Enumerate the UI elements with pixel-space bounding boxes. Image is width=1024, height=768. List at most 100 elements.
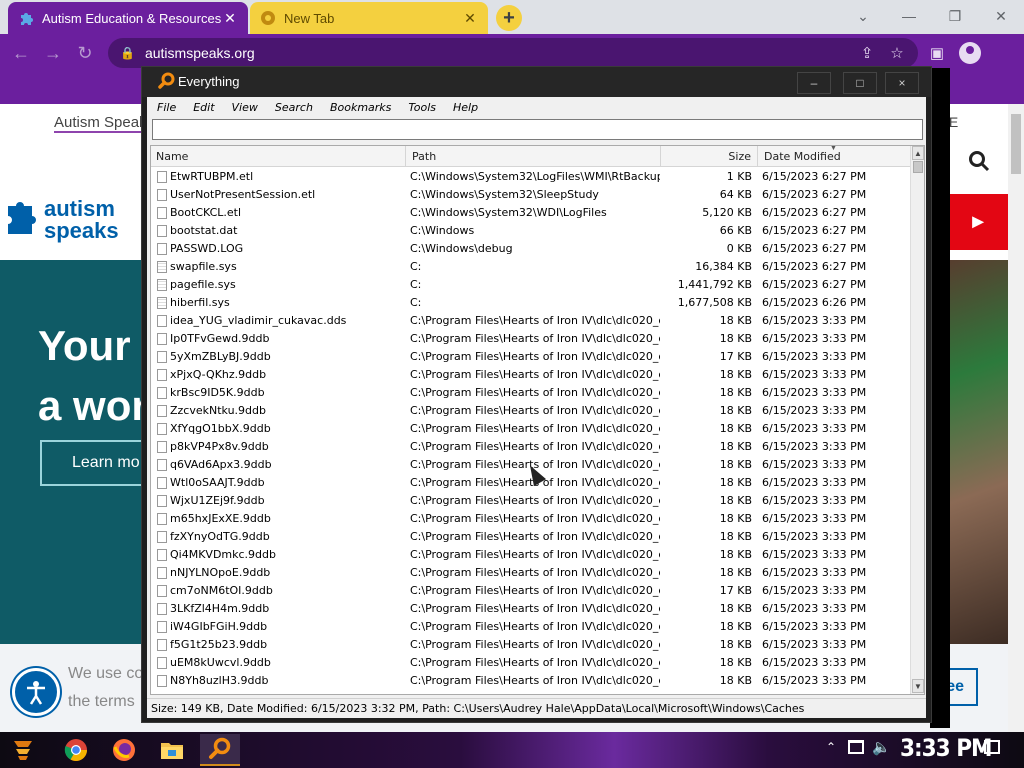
scroll-up-arrow-icon[interactable]: ▲	[912, 146, 924, 160]
search-input[interactable]	[152, 119, 923, 140]
result-row[interactable]: cm7oNM6tOI.9ddb C:\Program Files\Hearts o…	[151, 582, 911, 600]
volume-icon[interactable]: 🔈	[872, 738, 891, 756]
file-name: q6VAd6Apx3.9ddb	[170, 458, 272, 471]
result-row[interactable]: swapfile.sys C: 16,384 KB 6/15/2023 6:27 PM	[151, 258, 911, 276]
bookmark-star-icon[interactable]: ☆	[886, 42, 908, 64]
result-row[interactable]: Ip0TFvGewd.9ddb C:\Program Files\Hearts o…	[151, 330, 911, 348]
new-tab-button[interactable]: +	[496, 5, 522, 31]
file-explorer-icon[interactable]	[152, 734, 192, 766]
file-size: 18 KB	[719, 548, 752, 561]
file-date-modified: 6/15/2023 3:33 PM	[762, 458, 867, 471]
tab-search-chevron-icon[interactable]: ⌄	[840, 4, 886, 28]
everything-icon[interactable]	[200, 734, 240, 766]
learn-more-button[interactable]: Learn mo	[40, 440, 150, 486]
file-path: C:\Program Files\Hearts of Iron IV\dlc\d…	[410, 404, 660, 417]
scroll-down-arrow-icon[interactable]: ▼	[912, 679, 924, 693]
file-path: C:\Windows\System32\WDI\LogFiles	[410, 206, 607, 219]
file-size: 66 KB	[719, 224, 752, 237]
result-row[interactable]: fzXYnyOdTG.9ddb C:\Program Files\Hearts o…	[151, 528, 911, 546]
menu-view[interactable]: View	[232, 101, 258, 114]
minimize-button[interactable]: —	[886, 4, 932, 28]
menu-file[interactable]: File	[157, 101, 176, 114]
result-row[interactable]: PASSWD.LOG C:\Windows\debug 0 KB 6/15/2023 …	[151, 240, 911, 258]
reload-icon[interactable]: ↻	[74, 42, 96, 64]
firefox-icon[interactable]	[104, 734, 144, 766]
file-name: UserNotPresentSession.etl	[170, 188, 316, 201]
result-row[interactable]: 3LKfZl4H4m.9ddb C:\Program Files\Hearts o…	[151, 600, 911, 618]
file-path: C:	[410, 296, 422, 309]
accessibility-icon[interactable]	[12, 668, 60, 716]
address-bar[interactable]: 🔒 autismspeaks.org	[108, 38, 918, 68]
column-path[interactable]: Path	[406, 146, 661, 167]
profile-avatar-icon[interactable]	[959, 42, 981, 64]
result-row[interactable]: 5yXmZBLyBJ.9ddb C:\Program Files\Hearts o…	[151, 348, 911, 366]
donate-button[interactable]: ►	[946, 194, 1008, 250]
page-scrollbar[interactable]	[1008, 104, 1024, 732]
result-row[interactable]: xPjxQ-QKhz.9ddb C:\Program Files\Hearts o…	[151, 366, 911, 384]
result-row[interactable]: BootCKCL.etl C:\Windows\System32\WDI\LogF…	[151, 204, 911, 222]
back-arrow-icon[interactable]: ←	[10, 42, 32, 64]
result-row[interactable]: p8kVP4Px8v.9ddb C:\Program Files\Hearts o…	[151, 438, 911, 456]
network-icon[interactable]	[848, 740, 864, 754]
maximize-button[interactable]: □	[843, 72, 877, 94]
menu-tools[interactable]: Tools	[408, 101, 436, 114]
notification-center-icon[interactable]	[984, 740, 1000, 754]
result-row[interactable]: pagefile.sys C: 1,441,792 KB 6/15/2023 6:27…	[151, 276, 911, 294]
restore-button[interactable]: ❐	[932, 4, 978, 28]
menu-search[interactable]: Search	[275, 101, 313, 114]
result-row[interactable]: m65hxJExXE.9ddb C:\Program Files\Hearts o…	[151, 510, 911, 528]
result-row[interactable]: idea_YUG_vladimir_cukavac.dds C:\Program …	[151, 312, 911, 330]
tab-autism-education[interactable]: Autism Education & Resources ✕	[8, 2, 248, 34]
result-row[interactable]: Qi4MKVDmkc.9ddb C:\Program Files\Hearts o…	[151, 546, 911, 564]
results-scrollbar[interactable]: ▲ ▼	[910, 146, 924, 694]
minimize-button[interactable]: –	[797, 72, 831, 94]
result-row[interactable]: WjxU1ZEj9f.9ddb C:\Program Files\Hearts o…	[151, 492, 911, 510]
start-icon[interactable]	[8, 734, 40, 766]
share-icon[interactable]: ⇪	[856, 42, 878, 64]
result-row[interactable]: bootstat.dat C:\Windows 66 KB 6/15/2023 6:2…	[151, 222, 911, 240]
tray-expand-chevron-icon[interactable]: ⌃	[826, 740, 836, 754]
everything-client-area: File Edit View Search Bookmarks Tools He…	[147, 97, 926, 718]
result-row[interactable]: uEM8kUwcvl.9ddb C:\Program Files\Hearts o…	[151, 654, 911, 672]
result-row[interactable]: ZzcvekNtku.9ddb C:\Program Files\Hearts o…	[151, 402, 911, 420]
result-row[interactable]: nNJYLNOpoE.9ddb C:\Program Files\Hearts o…	[151, 564, 911, 582]
result-row[interactable]: UserNotPresentSession.etl C:\Windows\Syst…	[151, 186, 911, 204]
everything-titlebar[interactable]: Everything – □ ×	[142, 67, 931, 97]
page-scrollbar-thumb[interactable]	[1011, 114, 1021, 174]
tab-new-tab[interactable]: New Tab ✕	[250, 2, 488, 34]
menu-bookmarks[interactable]: Bookmarks	[330, 101, 391, 114]
close-button[interactable]: ×	[885, 72, 919, 94]
file-icon	[157, 333, 167, 345]
result-row[interactable]: hiberfil.sys C: 1,677,508 KB 6/15/2023 6:26…	[151, 294, 911, 312]
system-file-icon	[157, 261, 167, 273]
chrome-icon[interactable]	[56, 734, 96, 766]
result-row[interactable]: f5G1t25b23.9ddb C:\Program Files\Hearts o…	[151, 636, 911, 654]
logo-text-line2: speaks	[44, 218, 119, 243]
file-size: 1,441,792 KB	[677, 278, 752, 291]
search-icon[interactable]	[968, 150, 990, 178]
close-tab-icon[interactable]: ✕	[222, 10, 238, 27]
column-size[interactable]: Size	[661, 146, 758, 167]
close-window-button[interactable]: ✕	[978, 4, 1024, 28]
site-nav-link[interactable]: Autism Speak	[54, 114, 147, 133]
results-scrollbar-thumb[interactable]	[913, 161, 923, 173]
taskbar-clock[interactable]: 3:33 PM	[900, 734, 993, 762]
result-row[interactable]: XfYqgO1bbX.9ddb C:\Program Files\Hearts o…	[151, 420, 911, 438]
close-tab-icon[interactable]: ✕	[462, 10, 478, 27]
file-name: hiberfil.sys	[170, 296, 230, 309]
menu-edit[interactable]: Edit	[193, 101, 214, 114]
result-row[interactable]: iW4GIbFGiH.9ddb C:\Program Files\Hearts o…	[151, 618, 911, 636]
result-row[interactable]: N8Yh8uzlH3.9ddb C:\Program Files\Hearts o…	[151, 672, 911, 690]
side-panel-icon[interactable]: ▣	[926, 42, 948, 64]
menu-help[interactable]: Help	[453, 101, 478, 114]
tab-title: Autism Education & Resources	[42, 10, 222, 26]
file-icon	[157, 585, 167, 597]
file-size: 1,677,508 KB	[677, 296, 752, 309]
autism-speaks-logo[interactable]: autism speaks	[0, 190, 140, 250]
column-name[interactable]: Name	[151, 146, 406, 167]
file-name: 3LKfZl4H4m.9ddb	[170, 602, 270, 615]
result-row[interactable]: krBsc9ID5K.9ddb C:\Program Files\Hearts o…	[151, 384, 911, 402]
forward-arrow-icon[interactable]: →	[42, 42, 64, 64]
file-path: C:\Windows\System32\SleepStudy	[410, 188, 599, 201]
result-row[interactable]: EtwRTUBPM.etl C:\Windows\System32\LogFile…	[151, 168, 911, 186]
